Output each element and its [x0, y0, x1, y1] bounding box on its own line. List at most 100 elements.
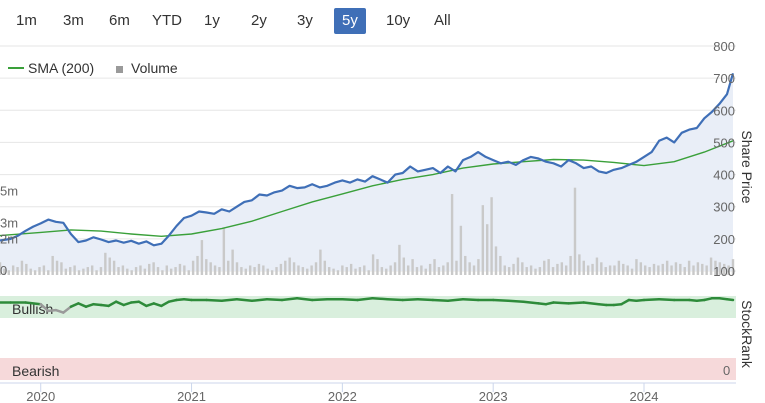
volume-bar: [64, 268, 68, 275]
stockrank-segment: [220, 297, 239, 303]
volume-bar: [301, 267, 305, 275]
volume-bar: [279, 263, 283, 275]
volume-bar: [630, 268, 634, 275]
volume-bar: [345, 267, 348, 275]
volume-bar: [521, 262, 524, 275]
volume-bar: [622, 263, 625, 275]
volume-bar: [235, 262, 239, 275]
stockrank-segment: [356, 297, 374, 302]
stockrank-segment: [642, 297, 661, 302]
volume-bar: [69, 267, 72, 275]
volume-bar: [657, 265, 660, 275]
bearish-band: [0, 358, 736, 380]
volume-bar: [292, 262, 296, 275]
volume-bar: [499, 255, 502, 275]
volume-bar: [692, 265, 695, 275]
price-tick-label: 200: [713, 232, 735, 247]
volume-bar: [169, 268, 173, 275]
volume-bar: [543, 260, 546, 275]
stockrank-segment: [295, 297, 314, 302]
volume-bar: [112, 260, 116, 275]
volume-bar: [187, 270, 190, 275]
volume-bar: [38, 267, 41, 275]
volume-bar: [327, 267, 331, 275]
volume-bar: [99, 267, 103, 275]
stockrank-segment: [725, 297, 735, 302]
volume-bar: [213, 265, 217, 275]
volume-bar: [665, 260, 669, 275]
x-tick-label: 2024: [630, 389, 659, 403]
volume-bar: [613, 265, 616, 275]
price-tick-label: 300: [713, 200, 735, 215]
stockrank-tick-0: 0: [723, 363, 730, 378]
price-tick-label: 100: [713, 264, 735, 279]
volume-bar: [248, 265, 252, 275]
stockrank-segment: [657, 297, 676, 302]
volume-bar: [472, 265, 476, 275]
volume-bar: [104, 252, 107, 275]
stockrank-segment: [416, 297, 435, 302]
volume-bar: [393, 262, 397, 275]
volume-bar: [455, 260, 458, 275]
volume-bar: [512, 263, 515, 275]
volume-bar: [477, 259, 480, 275]
legend: SMA (200) Volume: [8, 60, 178, 76]
volume-bar: [209, 262, 212, 275]
volume-bar: [424, 268, 427, 275]
volume-bar: [262, 265, 265, 275]
volume-bar: [569, 255, 572, 275]
volume-bar: [428, 263, 432, 275]
stockrank-segment: [371, 297, 389, 301]
volume-bar: [139, 265, 142, 275]
volume-bar: [534, 268, 537, 275]
volume-bar: [253, 267, 256, 275]
volume-bar: [525, 267, 528, 275]
volume-bar: [670, 265, 673, 275]
volume-bar: [507, 267, 511, 275]
x-tick-label: 2022: [328, 389, 357, 403]
volume-bar: [626, 265, 629, 275]
volume-bar: [117, 267, 120, 275]
volume-bar: [582, 260, 585, 275]
volume-bar: [310, 265, 313, 275]
stockrank-segment: [386, 297, 404, 302]
volume-bar: [178, 263, 182, 275]
volume-bar: [442, 265, 445, 275]
volume-bar: [108, 257, 111, 275]
volume-bar: [674, 262, 678, 275]
volume-bar: [573, 187, 577, 275]
volume-bar: [183, 265, 186, 275]
volume-bar: [77, 270, 81, 275]
volume-bar: [661, 263, 664, 275]
volume-bar: [398, 244, 401, 275]
volume-bar: [595, 257, 599, 275]
volume-bar: [42, 265, 46, 275]
volume-bar: [485, 224, 489, 275]
volume-bar: [591, 263, 594, 275]
volume-bar: [679, 263, 682, 275]
volume-bar: [648, 267, 651, 275]
volume-bar: [464, 255, 467, 275]
volume-bar: [415, 267, 419, 275]
stockrank-segment: [205, 298, 223, 303]
volume-bar: [652, 263, 656, 275]
volume-bar: [560, 262, 564, 275]
volume-bar: [257, 263, 261, 275]
volume-bar: [86, 267, 89, 275]
volume-bar: [60, 262, 63, 275]
volume-bar: [701, 263, 704, 275]
volume-bar: [389, 265, 392, 275]
volume-bar: [191, 260, 195, 275]
volume-bar: [20, 260, 24, 275]
volume-bar: [450, 194, 454, 275]
volume-bar: [275, 267, 278, 275]
volume-bar: [244, 268, 248, 275]
volume-bar: [90, 265, 94, 275]
stockrank-segment: [431, 298, 450, 303]
stockrank-segment: [446, 297, 465, 303]
stockrank-segment: [491, 298, 510, 303]
volume-bar: [341, 265, 344, 275]
volume-bar: [565, 265, 568, 275]
price-axis-title: Share Price: [739, 130, 755, 203]
volume-bar: [644, 265, 647, 275]
